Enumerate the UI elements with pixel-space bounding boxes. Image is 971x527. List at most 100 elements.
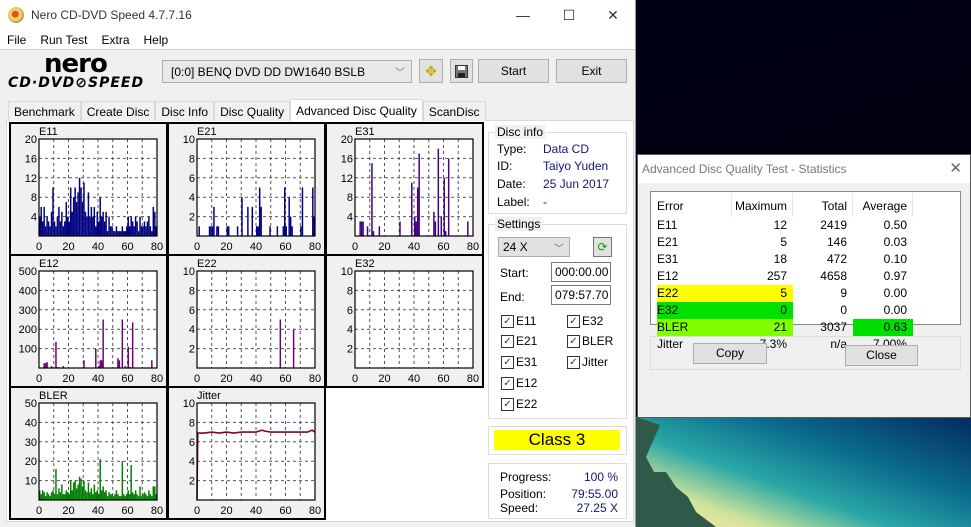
save-button[interactable]: [450, 59, 473, 83]
bar: [64, 221, 66, 236]
x-tick-label: 0: [352, 241, 358, 253]
menu-file[interactable]: File: [0, 33, 33, 47]
table-row: E11 12 2419 0.50: [657, 217, 957, 234]
tab-create-disc[interactable]: Create Disc: [80, 101, 156, 121]
bar: [279, 319, 282, 368]
nero-logo: nero CD·DVD⊘SPEED: [8, 49, 158, 93]
start-button[interactable]: Start: [478, 59, 549, 83]
table-row: BLER 21 3037 0.63: [657, 319, 957, 336]
drive-settings-button[interactable]: ✥: [419, 59, 443, 83]
cell-maximum: 12: [773, 218, 787, 232]
speed-select[interactable]: 24 X ﹀: [498, 237, 570, 257]
x-tick-label: 20: [62, 241, 74, 253]
header-total[interactable]: Total: [793, 198, 853, 215]
bar: [154, 211, 156, 236]
checkbox-bler[interactable]: ✓ BLER: [567, 334, 613, 348]
bar: [72, 482, 75, 500]
bar: [120, 231, 122, 236]
cell-maximum: 257: [766, 269, 787, 283]
y-tick-label: 10: [25, 476, 37, 488]
progress-group: Progress: 100 % Position: 79:55.00 Speed…: [488, 463, 627, 519]
bar: [139, 486, 141, 500]
bar: [55, 341, 57, 368]
bar: [52, 187, 54, 236]
tab-advanced-disc-quality[interactable]: Advanced Disc Quality: [290, 99, 423, 121]
bar: [145, 226, 147, 236]
header-average[interactable]: Average: [853, 198, 913, 215]
bar: [95, 226, 97, 236]
bar: [69, 187, 72, 236]
copy-button[interactable]: Copy: [693, 343, 767, 364]
chart-e31: 4 8 12 16 20 0 20 40 60 80 E31: [325, 122, 484, 256]
menu-extra[interactable]: Extra: [94, 33, 136, 47]
refresh-speeds-button[interactable]: ⟳: [593, 237, 612, 257]
bar: [117, 494, 119, 500]
checkbox-e11[interactable]: ✓ E11: [501, 314, 536, 328]
bar: [40, 494, 42, 500]
checkbox-e32[interactable]: ✓ E32: [567, 314, 603, 328]
tab-scandisc[interactable]: ScanDisc: [422, 101, 486, 121]
disc-id-value: Taiyo Yuden: [543, 159, 609, 173]
bar: [100, 490, 103, 500]
bar: [49, 226, 51, 236]
bar: [80, 478, 82, 500]
close-dialog-button[interactable]: Close: [845, 345, 918, 366]
bar: [93, 206, 96, 236]
bar: [123, 231, 125, 236]
bar: [44, 226, 47, 236]
check-icon: ✓: [501, 334, 514, 348]
bar: [61, 211, 63, 236]
bar: [78, 177, 81, 236]
bar: [131, 322, 134, 368]
bar: [96, 490, 98, 500]
end-input[interactable]: 079:57.70: [551, 285, 611, 305]
minimize-button[interactable]: —: [500, 0, 546, 30]
x-tick-label: 0: [194, 505, 200, 517]
checkbox-e22[interactable]: ✓ E22: [501, 397, 537, 411]
checkbox-jitter[interactable]: ✓ Jitter: [567, 355, 608, 369]
bar: [433, 211, 435, 236]
bar: [121, 461, 124, 500]
bar: [68, 221, 70, 236]
bar: [95, 492, 97, 500]
bar: [126, 494, 128, 500]
bar: [288, 197, 290, 236]
y-tick-label: 40: [25, 417, 37, 429]
drive-select[interactable]: [0:0] BENQ DVD DD DW1640 BSLB ﹀: [162, 60, 412, 83]
x-tick-label: 40: [250, 241, 262, 253]
bar: [55, 226, 57, 236]
y-tick-label: 4: [189, 324, 195, 336]
dialog-title: Advanced Disc Quality Test - Statistics: [642, 162, 847, 176]
checkbox-label: E32: [582, 314, 604, 328]
check-icon: ✓: [501, 397, 514, 411]
maximize-button[interactable]: ☐: [546, 0, 592, 30]
header-maximum[interactable]: Maximum: [657, 198, 793, 215]
settings-title: Settings: [495, 217, 543, 231]
x-tick-label: 40: [92, 241, 104, 253]
x-tick-label: 80: [151, 505, 163, 517]
bar: [130, 465, 132, 500]
tab-benchmark[interactable]: Benchmark: [8, 101, 81, 121]
menu-run-test[interactable]: Run Test: [33, 33, 94, 47]
menu-help[interactable]: Help: [137, 33, 176, 47]
tab-disc-info[interactable]: Disc Info: [155, 101, 215, 121]
bar: [77, 192, 79, 236]
bar: [99, 459, 101, 500]
checkbox-e31[interactable]: ✓ E31: [501, 355, 537, 369]
y-tick-label: 20: [25, 456, 37, 468]
close-button[interactable]: ✕: [590, 0, 636, 30]
start-input[interactable]: 000:00.00: [551, 262, 611, 282]
dialog-close-button[interactable]: ✕: [949, 159, 962, 177]
exit-button[interactable]: Exit: [556, 59, 627, 83]
bar: [282, 226, 285, 236]
x-tick-label: 20: [62, 373, 74, 385]
bar: [151, 360, 153, 368]
checkbox-e21[interactable]: ✓ E21: [501, 334, 537, 348]
bar: [81, 486, 84, 500]
bar: [43, 363, 45, 368]
tab-disc-quality[interactable]: Disc Quality: [214, 101, 291, 121]
checkbox-e12[interactable]: ✓ E12: [501, 376, 537, 390]
bar: [90, 206, 93, 236]
bar: [241, 197, 243, 236]
cell-total: 9: [840, 286, 847, 300]
